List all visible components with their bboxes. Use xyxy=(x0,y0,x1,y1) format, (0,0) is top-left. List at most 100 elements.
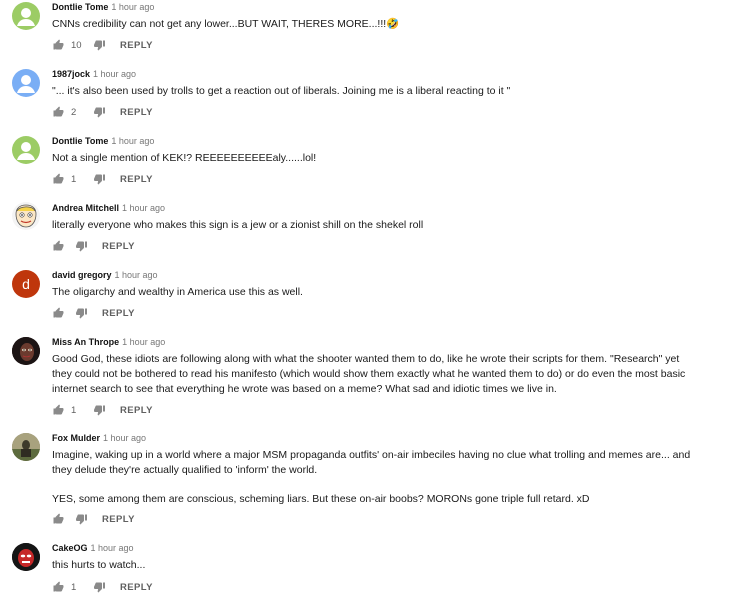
avatar[interactable] xyxy=(12,202,40,230)
masked-face-icon xyxy=(12,543,40,571)
avatar[interactable] xyxy=(12,69,40,97)
comment-timestamp[interactable]: 1 hour ago xyxy=(115,270,158,280)
comment-item: Miss An Thrope 1 hour ago Good God, these… xyxy=(0,336,736,416)
thumbs-down-icon[interactable] xyxy=(93,39,106,51)
like-count: 10 xyxy=(71,39,82,51)
comment-item: Fox Mulder 1 hour ago Imagine, waking up … xyxy=(0,432,736,527)
reply-button[interactable]: REPLY xyxy=(120,582,153,593)
comment-paragraph: The oligarchy and wealthy in America use… xyxy=(52,286,303,298)
comment-actions: REPLY xyxy=(52,512,135,526)
comment-paragraph: this hurts to watch... xyxy=(52,559,146,571)
reply-button[interactable]: REPLY xyxy=(120,107,153,118)
comment-author[interactable]: Miss An Thrope xyxy=(52,337,119,347)
avatar[interactable] xyxy=(12,2,40,30)
comment-author[interactable]: Fox Mulder xyxy=(52,433,100,443)
reply-button[interactable]: REPLY xyxy=(120,174,153,185)
like-count: 1 xyxy=(71,581,77,593)
reply-button[interactable]: REPLY xyxy=(102,308,135,319)
comment-actions: 10 REPLY xyxy=(52,38,153,52)
comment-item: Andrea Mitchell 1 hour ago literally ever… xyxy=(0,202,736,252)
avatar[interactable] xyxy=(12,543,40,571)
comment-header: Dontlie Tome 1 hour ago xyxy=(52,1,154,13)
comment-item: d david gregory 1 hour ago The oligarchy … xyxy=(0,269,736,319)
comment-author[interactable]: 1987jock xyxy=(52,69,90,79)
comment-item: CakeOG 1 hour ago this hurts to watch... … xyxy=(0,542,736,602)
comment-actions: 1 REPLY xyxy=(52,172,153,186)
comment-author[interactable]: david gregory xyxy=(52,270,112,280)
comment-text: literally everyone who makes this sign i… xyxy=(52,218,712,233)
comment-item: Dontlie Tome 1 hour ago Not a single ment… xyxy=(0,135,736,185)
avatar[interactable]: d xyxy=(12,270,40,298)
avatar[interactable] xyxy=(12,433,40,461)
thumbs-down-icon[interactable] xyxy=(75,307,88,319)
thumbs-up-icon[interactable] xyxy=(52,404,65,416)
avatar[interactable] xyxy=(12,337,40,365)
person-icon xyxy=(17,8,35,26)
avatar-letter: d xyxy=(22,276,30,292)
cartoon-face-icon xyxy=(15,204,37,228)
comment-text: this hurts to watch... xyxy=(52,558,712,573)
comment-header: Fox Mulder 1 hour ago xyxy=(52,432,146,444)
comment-text: CNNs credibility can not get any lower..… xyxy=(52,17,712,32)
comment-header: Andrea Mitchell 1 hour ago xyxy=(52,202,165,214)
comment-timestamp[interactable]: 1 hour ago xyxy=(93,69,136,79)
comment-timestamp[interactable]: 1 hour ago xyxy=(122,337,165,347)
comment-text: Good God, these idiots are following alo… xyxy=(52,352,702,397)
comment-header: 1987jock 1 hour ago xyxy=(52,68,136,80)
avatar[interactable] xyxy=(12,136,40,164)
thumbs-up-icon[interactable] xyxy=(52,106,65,118)
thumbs-up-icon[interactable] xyxy=(52,240,65,252)
comment-author[interactable]: Andrea Mitchell xyxy=(52,203,119,213)
thumbs-down-icon[interactable] xyxy=(93,581,106,593)
reply-button[interactable]: REPLY xyxy=(120,40,153,51)
comment-item: 1987jock 1 hour ago "... it's also been u… xyxy=(0,68,736,118)
thumbs-down-icon[interactable] xyxy=(93,106,106,118)
comment-timestamp[interactable]: 1 hour ago xyxy=(111,2,154,12)
comment-text: The oligarchy and wealthy in America use… xyxy=(52,285,712,300)
thumbs-down-icon[interactable] xyxy=(93,173,106,185)
thumbs-down-icon[interactable] xyxy=(93,404,106,416)
thumbs-up-icon[interactable] xyxy=(52,513,65,525)
comment-paragraph: Imagine, waking up in a world where a ma… xyxy=(52,449,691,476)
comment-actions: REPLY xyxy=(52,239,135,253)
comment-author[interactable]: Dontlie Tome xyxy=(52,2,108,12)
comment-text: "... it's also been used by trolls to ge… xyxy=(52,84,712,99)
comment-header: david gregory 1 hour ago xyxy=(52,269,158,281)
comment-paragraph: "... it's also been used by trolls to ge… xyxy=(52,85,511,97)
like-count: 1 xyxy=(71,173,77,185)
reply-button[interactable]: REPLY xyxy=(102,514,135,525)
comment-text: Imagine, waking up in a world where a ma… xyxy=(52,448,692,507)
comment-header: Miss An Thrope 1 hour ago xyxy=(52,336,165,348)
comment-header: Dontlie Tome 1 hour ago xyxy=(52,135,154,147)
comment-author[interactable]: Dontlie Tome xyxy=(52,136,108,146)
comment-actions: 1 REPLY xyxy=(52,580,153,594)
comment-timestamp[interactable]: 1 hour ago xyxy=(122,203,165,213)
like-count: 1 xyxy=(71,404,77,416)
dark-face-icon xyxy=(12,337,40,365)
comment-timestamp[interactable]: 1 hour ago xyxy=(103,433,146,443)
reply-button[interactable]: REPLY xyxy=(102,241,135,252)
comment-actions: 1 REPLY xyxy=(52,403,153,417)
comment-paragraph: CNNs credibility can not get any lower..… xyxy=(52,18,400,30)
comment-paragraph: YES, some among them are conscious, sche… xyxy=(52,493,590,505)
comment-paragraph: literally everyone who makes this sign i… xyxy=(52,219,424,231)
thumbs-down-icon[interactable] xyxy=(75,240,88,252)
thumbs-up-icon[interactable] xyxy=(52,307,65,319)
comment-author[interactable]: CakeOG xyxy=(52,543,88,553)
comment-timestamp[interactable]: 1 hour ago xyxy=(111,136,154,146)
thumbs-up-icon[interactable] xyxy=(52,173,65,185)
comment-actions: REPLY xyxy=(52,306,135,320)
person-icon xyxy=(17,142,35,160)
like-count: 2 xyxy=(71,106,77,118)
thumbs-up-icon[interactable] xyxy=(52,39,65,51)
person-icon xyxy=(17,75,35,93)
comment-paragraph: Good God, these idiots are following alo… xyxy=(52,353,686,395)
photo-icon xyxy=(12,433,40,461)
reply-button[interactable]: REPLY xyxy=(120,405,153,416)
comment-timestamp[interactable]: 1 hour ago xyxy=(91,543,134,553)
thumbs-down-icon[interactable] xyxy=(75,513,88,525)
comment-paragraph: Not a single mention of KEK!? REEEEEEEEE… xyxy=(52,152,317,164)
thumbs-up-icon[interactable] xyxy=(52,581,65,593)
comment-header: CakeOG 1 hour ago xyxy=(52,542,134,554)
comment-item: Dontlie Tome 1 hour ago CNNs credibility … xyxy=(0,1,736,51)
